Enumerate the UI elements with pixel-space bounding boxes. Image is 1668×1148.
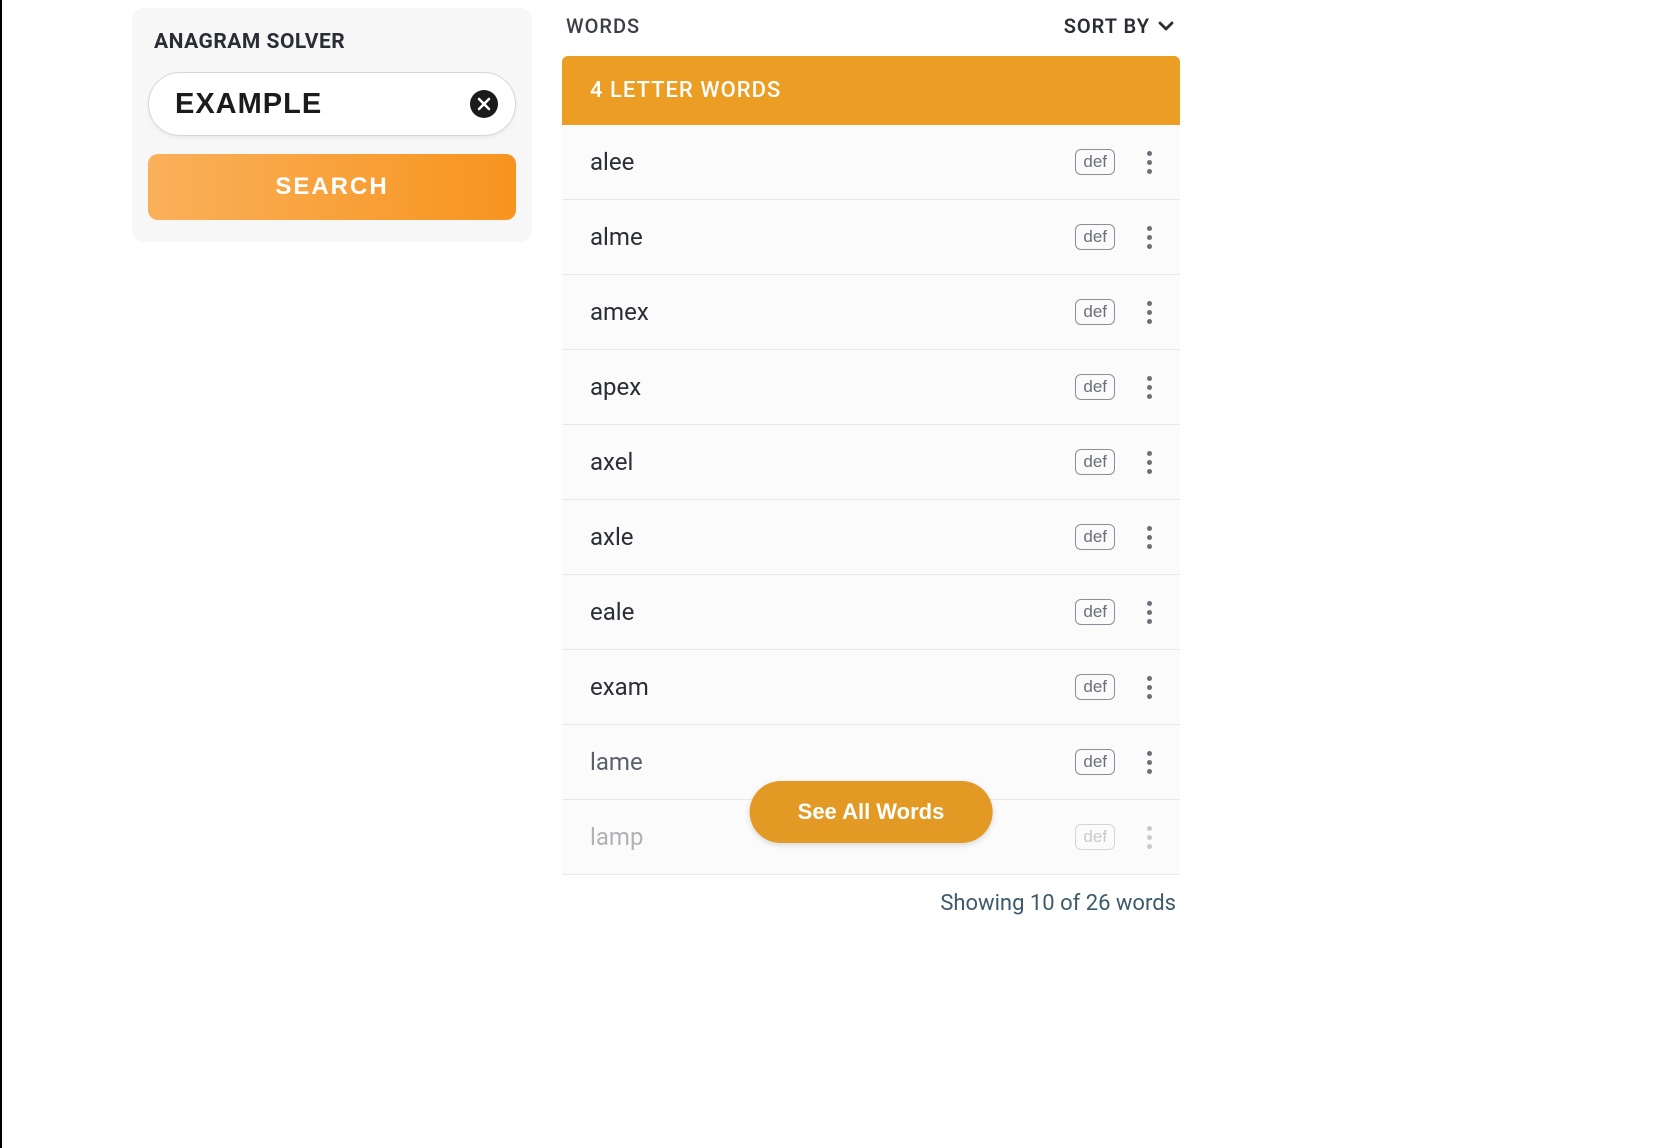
- def-button[interactable]: def: [1075, 224, 1115, 250]
- search-button[interactable]: SEARCH: [148, 154, 516, 220]
- more-options-button[interactable]: [1137, 593, 1162, 632]
- section-header: 4 LETTER WORDS: [562, 56, 1180, 125]
- word-row: alme def: [562, 200, 1180, 275]
- def-button[interactable]: def: [1075, 674, 1115, 700]
- row-actions: def: [1075, 218, 1162, 257]
- row-actions: def: [1075, 818, 1162, 857]
- word-row: axel def: [562, 425, 1180, 500]
- def-button[interactable]: def: [1075, 449, 1115, 475]
- def-button[interactable]: def: [1075, 524, 1115, 550]
- row-actions: def: [1075, 593, 1162, 632]
- word-text: apex: [590, 373, 641, 401]
- more-options-button[interactable]: [1137, 518, 1162, 557]
- more-options-button[interactable]: [1137, 743, 1162, 782]
- word-text: lame: [590, 748, 643, 776]
- row-actions: def: [1075, 443, 1162, 482]
- row-actions: def: [1075, 293, 1162, 332]
- word-text: amex: [590, 298, 649, 326]
- more-options-button[interactable]: [1137, 218, 1162, 257]
- results-header: WORDS SORT BY: [562, 8, 1180, 56]
- row-actions: def: [1075, 143, 1162, 182]
- word-text: exam: [590, 673, 649, 701]
- def-button[interactable]: def: [1075, 824, 1115, 850]
- word-text: axel: [590, 448, 633, 476]
- results-summary: Showing 10 of 26 words: [562, 875, 1180, 916]
- input-wrapper: [148, 72, 516, 136]
- def-button[interactable]: def: [1075, 374, 1115, 400]
- sort-by-button[interactable]: SORT BY: [1064, 14, 1176, 38]
- clear-input-button[interactable]: [470, 90, 498, 118]
- more-options-button[interactable]: [1137, 818, 1162, 857]
- word-row: alee def: [562, 125, 1180, 200]
- word-row: exam def: [562, 650, 1180, 725]
- more-options-button[interactable]: [1137, 368, 1162, 407]
- def-button[interactable]: def: [1075, 749, 1115, 775]
- def-button[interactable]: def: [1075, 299, 1115, 325]
- solver-card: ANAGRAM SOLVER SEARCH: [132, 8, 532, 242]
- word-row: amex def: [562, 275, 1180, 350]
- anagram-input[interactable]: [148, 72, 516, 136]
- word-row: eale def: [562, 575, 1180, 650]
- solver-panel: ANAGRAM SOLVER SEARCH: [132, 8, 532, 1148]
- results-panel: WORDS SORT BY 4 LETTER WORDS aleedefalme…: [562, 8, 1180, 1148]
- row-actions: def: [1075, 668, 1162, 707]
- word-text: eale: [590, 598, 634, 626]
- more-options-button[interactable]: [1137, 668, 1162, 707]
- word-list: alee def alme def amex def apex def axel def axle d…: [562, 125, 1180, 875]
- sort-by-label: SORT BY: [1064, 14, 1150, 38]
- word-row: axle def: [562, 500, 1180, 575]
- words-label: WORDS: [566, 14, 640, 38]
- chevron-down-icon: [1156, 16, 1176, 36]
- row-actions: def: [1075, 743, 1162, 782]
- word-text: lamp: [590, 823, 643, 851]
- close-icon: [477, 97, 491, 111]
- row-actions: def: [1075, 518, 1162, 557]
- word-row: apex def: [562, 350, 1180, 425]
- word-text: axle: [590, 523, 634, 551]
- word-text: alme: [590, 223, 643, 251]
- def-button[interactable]: def: [1075, 149, 1115, 175]
- more-options-button[interactable]: [1137, 443, 1162, 482]
- more-options-button[interactable]: [1137, 293, 1162, 332]
- word-text: alee: [590, 148, 634, 176]
- row-actions: def: [1075, 368, 1162, 407]
- more-options-button[interactable]: [1137, 143, 1162, 182]
- def-button[interactable]: def: [1075, 599, 1115, 625]
- solver-title: ANAGRAM SOLVER: [148, 30, 516, 54]
- see-all-words-button[interactable]: See All Words: [750, 781, 993, 843]
